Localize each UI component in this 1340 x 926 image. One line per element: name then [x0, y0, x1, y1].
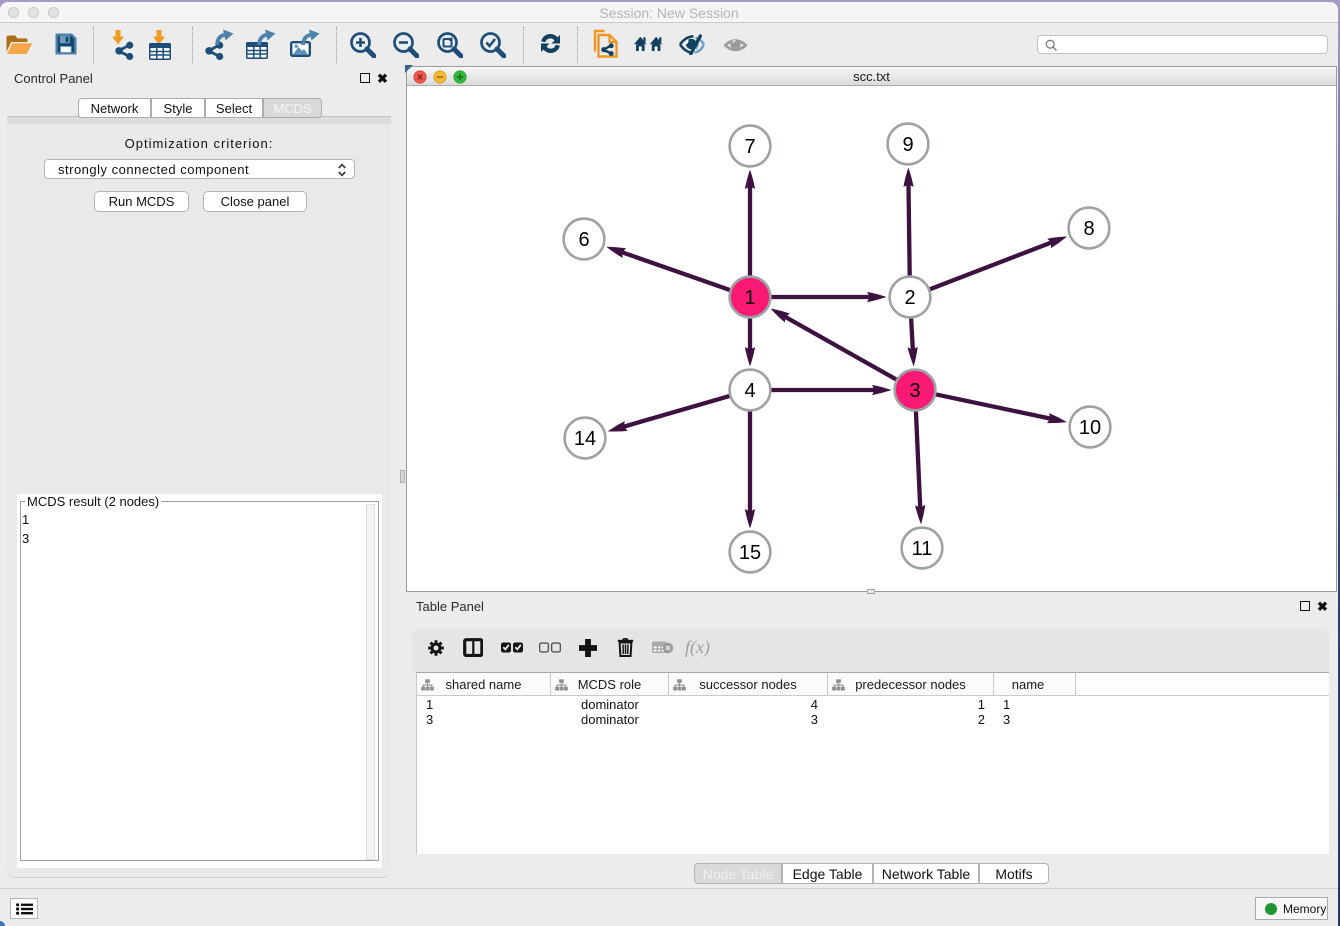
svg-text:1: 1: [744, 287, 755, 309]
svg-text:10: 10: [1079, 417, 1101, 439]
svg-text:7: 7: [744, 136, 755, 158]
svg-text:9: 9: [902, 134, 913, 156]
svg-text:14: 14: [574, 428, 596, 450]
svg-text:11: 11: [912, 538, 933, 560]
svg-text:15: 15: [739, 542, 761, 564]
svg-text:3: 3: [909, 380, 920, 402]
svg-text:2: 2: [904, 287, 915, 309]
svg-text:f(x): f(x): [685, 639, 710, 657]
svg-text:4: 4: [744, 380, 755, 402]
svg-text:6: 6: [578, 229, 589, 251]
svg-text:8: 8: [1083, 218, 1094, 240]
